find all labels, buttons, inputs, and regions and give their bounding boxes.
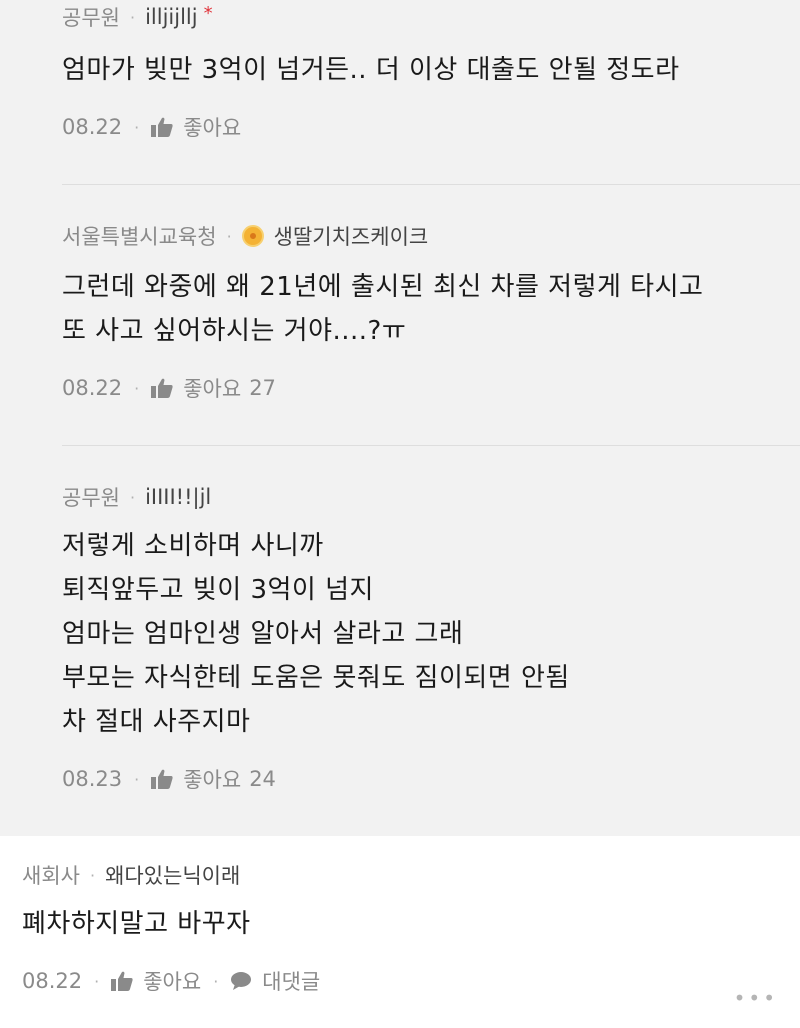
- main-comment: 새회사 · 왜다있는닉이래 폐차하지말고 바꾸자 08.22 · 좋아요 · 대…: [0, 836, 800, 1028]
- comment-meta: 새회사 · 왜다있는닉이래: [22, 860, 240, 890]
- thumbs-up-icon[interactable]: [111, 971, 133, 991]
- author-nickname[interactable]: iIIII!!|jl: [145, 485, 211, 509]
- comment-footer: 08.22 · 좋아요 27: [62, 373, 276, 403]
- separator-dot: ·: [134, 769, 140, 789]
- comment-meta: 공무원 · illjijllj *: [62, 2, 213, 32]
- comment-line: 엄마가 빚만 3억이 넘거든.. 더 이상 대출도 안될 정도라: [62, 55, 680, 85]
- comment-date: 08.22: [62, 376, 123, 400]
- thumbs-up-icon[interactable]: [151, 117, 173, 137]
- more-options-icon[interactable]: •••: [734, 986, 778, 1010]
- author-nickname[interactable]: illjijllj: [145, 5, 198, 29]
- reply-button[interactable]: 대댓글: [262, 966, 320, 996]
- comment-meta: 공무원 · iIIII!!|jl: [62, 482, 211, 512]
- comment-footer: 08.23 · 좋아요 24: [62, 764, 276, 794]
- author-org: 서울특별시교육청: [62, 225, 217, 249]
- comment-footer: 08.22 · 좋아요: [62, 112, 241, 142]
- thumbs-up-icon[interactable]: [151, 378, 173, 398]
- reply-comment: 공무원 · illjijllj * 엄마가 빚만 3억이 넘거든.. 더 이상 …: [0, 0, 800, 184]
- comment-meta: 서울특별시교육청 · 생딸기치즈케이크: [62, 221, 428, 251]
- comment-line: 퇴직앞두고 빚이 3억이 넘지: [62, 575, 374, 605]
- like-button[interactable]: 좋아요: [183, 373, 241, 403]
- separator-dot: ·: [134, 378, 140, 398]
- author-nickname[interactable]: 왜다있는닉이래: [105, 860, 240, 890]
- like-count: 27: [249, 376, 276, 400]
- flower-badge-icon: [241, 225, 264, 247]
- like-button[interactable]: 좋아요: [143, 966, 201, 996]
- like-button[interactable]: 좋아요: [183, 764, 241, 794]
- comment-date: 08.22: [62, 115, 123, 139]
- comment-body: 엄마가 빚만 3억이 넘거든.. 더 이상 대출도 안될 정도라: [62, 48, 680, 92]
- comment-date: 08.23: [62, 767, 123, 791]
- separator-dot: ·: [213, 971, 219, 991]
- separator-dot: ·: [134, 117, 140, 137]
- separator-dot: ·: [226, 226, 232, 246]
- author-org: 공무원: [62, 6, 120, 30]
- author-star-icon: *: [203, 2, 213, 24]
- comment-line: 부모는 자식한테 도움은 못줘도 짐이되면 안됨: [62, 663, 570, 693]
- comment-footer: 08.22 · 좋아요 · 대댓글: [22, 966, 320, 996]
- separator-dot: ·: [94, 971, 100, 991]
- comment-line: 폐차하지말고 바꾸자: [22, 909, 251, 939]
- comment-line: 또 사고 싶어하시는 거야....?ㅠ: [62, 316, 407, 346]
- speech-bubble-icon[interactable]: [230, 971, 252, 991]
- separator-dot: ·: [129, 487, 136, 507]
- comment-line: 차 절대 사주지마: [62, 707, 251, 737]
- author-org: 공무원: [62, 486, 120, 510]
- like-button[interactable]: 좋아요: [183, 112, 241, 142]
- comment-body: 폐차하지말고 바꾸자: [22, 902, 251, 946]
- comment-date: 08.22: [22, 969, 83, 993]
- comment-body: 그런데 와중에 왜 21년에 출시된 최신 차를 저렇게 타시고 또 사고 싶어…: [62, 265, 703, 353]
- author-org: 새회사: [22, 864, 80, 888]
- reply-comment: 서울특별시교육청 · 생딸기치즈케이크 그런데 와중에 왜 21년에 출시된 최…: [0, 185, 800, 445]
- comment-line: 그런데 와중에 왜 21년에 출시된 최신 차를 저렇게 타시고: [62, 272, 704, 302]
- author-nickname[interactable]: 생딸기치즈케이크: [274, 221, 429, 251]
- comment-body: 저렇게 소비하며 사니까 퇴직앞두고 빚이 3억이 넘지 엄마는 엄마인생 알아…: [62, 524, 570, 744]
- comment-line: 저렇게 소비하며 사니까: [62, 531, 324, 561]
- separator-dot: ·: [89, 865, 96, 885]
- like-count: 24: [249, 767, 276, 791]
- separator-dot: ·: [129, 7, 136, 27]
- thumbs-up-icon[interactable]: [151, 769, 173, 789]
- comment-line: 엄마는 엄마인생 알아서 살라고 그래: [62, 619, 464, 649]
- reply-comment: 공무원 · iIIII!!|jl 저렇게 소비하며 사니까 퇴직앞두고 빚이 3…: [0, 446, 800, 836]
